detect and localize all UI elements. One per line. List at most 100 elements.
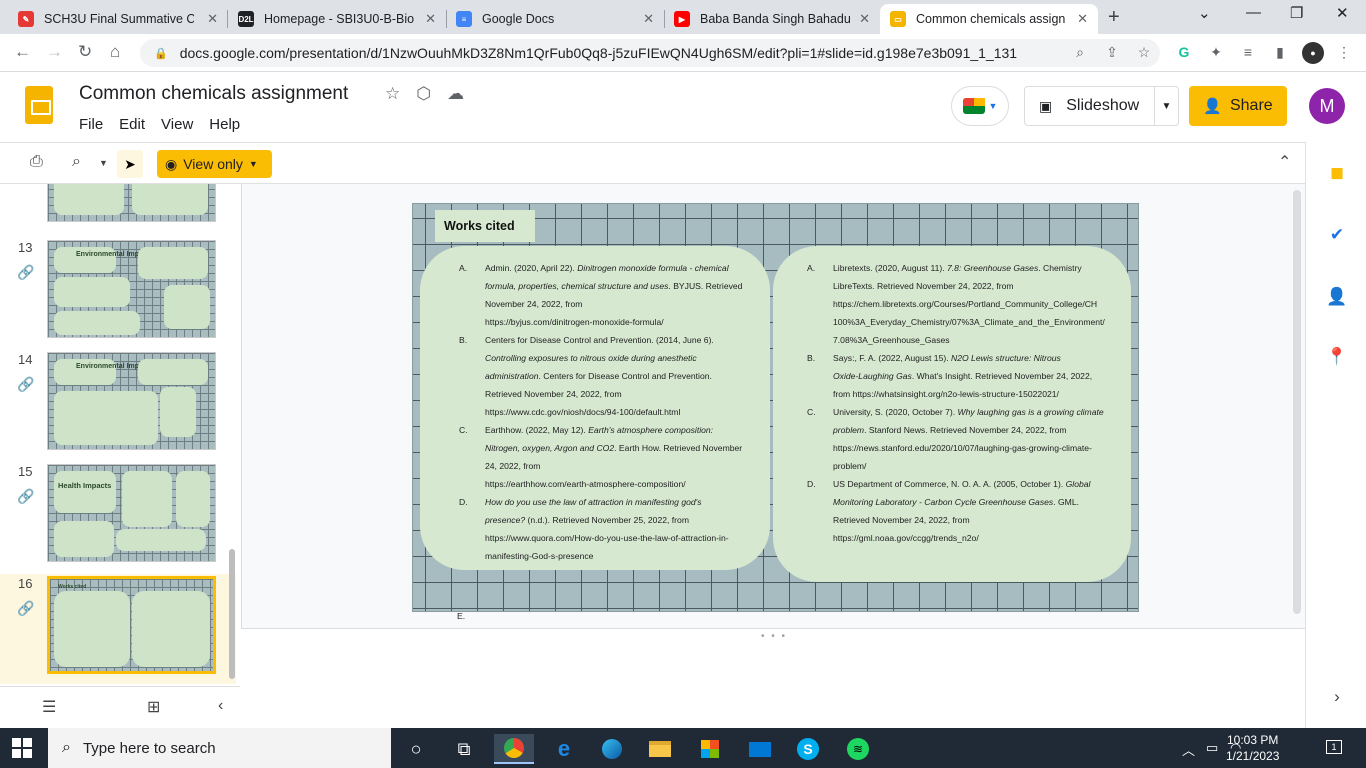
zoom-magnifier-icon[interactable]: ⌕: [72, 153, 81, 171]
filmstrip-view-icon[interactable]: ☰: [42, 697, 56, 717]
citation-text: US Department of Commerce, N. O. A. A. (…: [833, 475, 1090, 547]
microsoft-store-icon[interactable]: [690, 734, 730, 764]
slide-thumbnail-16-selected[interactable]: Works cited: [47, 576, 216, 674]
menu-file[interactable]: File: [79, 116, 103, 133]
internet-explorer-icon[interactable]: e: [544, 734, 584, 764]
keep-icon[interactable]: ◼: [1326, 162, 1348, 184]
share-page-icon[interactable]: ⇪: [1102, 42, 1122, 62]
canvas-scrollbar[interactable]: [1293, 190, 1301, 614]
citations-panel-right[interactable]: A. Libretexts. (2020, August 11). 7.8: Gr…: [773, 246, 1131, 582]
browser-tab-d2l[interactable]: D2L Homepage - SBI3U0-B-Biolo ✕: [228, 4, 446, 34]
filmstrip-scrollbar[interactable]: [229, 549, 235, 679]
slideshow-play-icon: ▣: [1039, 97, 1053, 114]
slideshow-dropdown-chevron-icon[interactable]: ▼: [1154, 87, 1178, 125]
citation-line: Controlling exposures to nitrous oxide d…: [485, 353, 697, 363]
view-only-mode-button[interactable]: ◉ View only ▼: [157, 150, 272, 178]
battery-icon[interactable]: ▭: [1206, 740, 1218, 756]
meet-button[interactable]: ▼: [951, 86, 1009, 126]
citation-label: A.: [807, 263, 816, 273]
minimize-icon[interactable]: —: [1246, 4, 1261, 21]
bookmark-star-icon[interactable]: ☆: [1134, 42, 1154, 62]
browser-tab-slides-active[interactable]: ▭ Common chemicals assignm ✕: [880, 4, 1098, 34]
slides-logo-icon[interactable]: [25, 86, 53, 124]
slide-heading[interactable]: Works cited: [435, 210, 535, 242]
slide-thumbnail-14[interactable]: Environmental Impacts: [47, 352, 216, 450]
home-icon[interactable]: ⌂: [110, 42, 120, 62]
citation-entry: B. Centers for Disease Control and Preven…: [459, 331, 779, 421]
zoom-dropdown-chevron-icon[interactable]: ▼: [99, 158, 108, 168]
move-to-drive-icon[interactable]: ⬡: [416, 84, 431, 104]
task-view-icon[interactable]: ⧉: [444, 734, 484, 764]
back-icon[interactable]: ←: [14, 42, 31, 62]
maps-icon[interactable]: 📍: [1326, 346, 1348, 368]
close-tab-icon[interactable]: ✕: [1077, 11, 1088, 27]
close-window-icon[interactable]: ✕: [1336, 4, 1349, 22]
print-icon[interactable]: ⎙: [30, 153, 43, 171]
slide-thumbnail-12[interactable]: [47, 184, 216, 222]
citation-line: Monitoring Laboratory - Carbon Cycle Gre…: [833, 497, 1080, 507]
grammarly-extension-icon[interactable]: G: [1174, 42, 1194, 62]
slide-number: 15: [18, 464, 33, 479]
taskbar-search-box[interactable]: ⌕ Type here to search: [48, 728, 391, 768]
new-tab-icon[interactable]: +: [1108, 6, 1120, 29]
collapse-filmstrip-chevron-icon[interactable]: ‹: [218, 697, 223, 715]
collapse-menus-chevron-icon[interactable]: ⌃: [1278, 152, 1291, 172]
share-button[interactable]: 👤 Share: [1189, 86, 1287, 126]
mail-icon[interactable]: [740, 734, 780, 764]
citations-panel-left[interactable]: A. Admin. (2020, April 22). Dinitrogen mo…: [420, 246, 770, 570]
url-bar[interactable]: 🔒 docs.google.com/presentation/d/1NzwOuu…: [140, 39, 1160, 67]
slide-16[interactable]: Works cited A. Admin. (2020, April 22). D…: [412, 203, 1139, 612]
slides-header: Common chemicals assignment ☆ ⬡ ☁ File E…: [0, 72, 1366, 142]
contacts-icon[interactable]: 👤: [1326, 286, 1348, 308]
show-hidden-icons-chevron-icon[interactable]: ︿: [1182, 740, 1195, 759]
menu-view[interactable]: View: [161, 116, 193, 133]
resize-grip-icon[interactable]: • • •: [761, 631, 787, 642]
menu-help[interactable]: Help: [209, 116, 240, 133]
tasks-icon[interactable]: ✔: [1326, 224, 1348, 246]
side-panel-icon[interactable]: ▮: [1270, 42, 1290, 62]
meet-camera-icon: [962, 98, 985, 114]
expand-side-panel-chevron-icon[interactable]: ›: [1326, 686, 1348, 708]
slideshow-button[interactable]: ▣ Slideshow ▼: [1024, 86, 1179, 126]
extensions-puzzle-icon[interactable]: ✦: [1206, 42, 1226, 62]
forward-icon[interactable]: →: [46, 42, 63, 62]
speaker-notes-area[interactable]: • • •: [241, 628, 1305, 728]
lock-icon[interactable]: 🔒: [154, 47, 168, 60]
tab-search-chevron-icon[interactable]: ⌄: [1198, 4, 1211, 22]
windows-start-icon[interactable]: [12, 738, 32, 758]
select-cursor-icon[interactable]: ➤: [117, 150, 143, 178]
browser-tab-google-docs[interactable]: ≡ Google Docs ✕: [446, 4, 664, 34]
reload-icon[interactable]: ↻: [78, 42, 92, 62]
star-icon[interactable]: ☆: [385, 84, 400, 104]
taskbar-clock[interactable]: 10:03 PM 1/21/2023: [1226, 732, 1279, 764]
zoom-icon[interactable]: ⌕: [1070, 42, 1090, 62]
cloud-status-icon[interactable]: ☁: [447, 84, 464, 104]
edge-icon[interactable]: [592, 734, 632, 764]
browser-tab-youtube[interactable]: ▶ Baba Banda Singh Bahadur J ✕: [664, 4, 880, 34]
chrome-taskbar-icon[interactable]: [494, 734, 534, 764]
menu-edit[interactable]: Edit: [119, 116, 145, 133]
spotify-icon[interactable]: ≋: [838, 734, 878, 764]
restore-icon[interactable]: ❐: [1290, 4, 1303, 22]
tab-label: Homepage - SBI3U0-B-Biolo: [264, 12, 414, 26]
close-tab-icon[interactable]: ✕: [859, 11, 870, 27]
browser-tab-sch3u[interactable]: ✎ SCH3U Final Summative Con ✕: [8, 4, 228, 34]
notifications-icon[interactable]: 1: [1326, 740, 1342, 754]
share-label: Share: [1229, 97, 1273, 114]
media-control-icon[interactable]: ≡: [1238, 42, 1258, 62]
account-avatar[interactable]: M: [1309, 88, 1345, 124]
close-tab-icon[interactable]: ✕: [643, 11, 654, 27]
browser-menu-icon[interactable]: ⋮: [1334, 42, 1354, 62]
linked-object-icon: 🔗: [17, 376, 35, 392]
slide-thumbnail-15[interactable]: Health Impacts: [47, 464, 216, 562]
grid-view-icon[interactable]: ⊞: [147, 697, 160, 717]
file-explorer-icon[interactable]: [640, 734, 680, 764]
close-tab-icon[interactable]: ✕: [425, 11, 436, 27]
profile-avatar-icon[interactable]: ●: [1302, 42, 1324, 64]
citation-label: A.: [459, 263, 468, 273]
close-tab-icon[interactable]: ✕: [207, 11, 218, 27]
slide-thumbnail-13[interactable]: Environmental Impacts: [47, 240, 216, 338]
skype-icon[interactable]: S: [788, 734, 828, 764]
document-title[interactable]: Common chemicals assignment: [79, 83, 348, 105]
cortana-icon[interactable]: ○: [396, 734, 436, 764]
